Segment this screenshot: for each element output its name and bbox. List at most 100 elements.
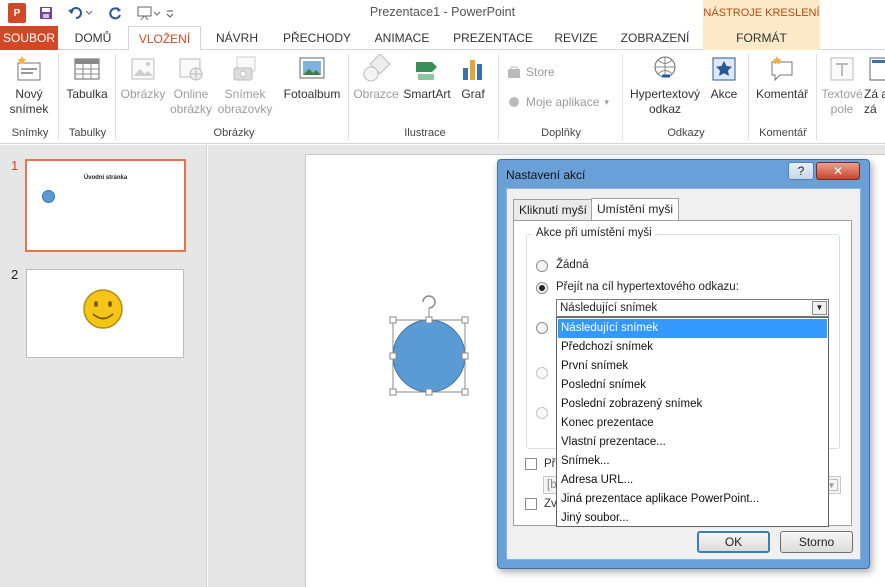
ok-button[interactable]: OK (697, 531, 770, 553)
group-legend: Akce při umístění myši (533, 227, 655, 239)
header-footer-button[interactable]: Zá a zá (864, 54, 885, 117)
tab-mouse-click[interactable]: Kliknutí myší (513, 199, 594, 221)
photo-album-button[interactable]: Fotoalbum (280, 54, 344, 102)
screenshot-label: Snímek obrazovky (217, 87, 273, 116)
slide-number: 2 (11, 267, 19, 282)
tab-design[interactable]: NÁVRH (205, 26, 269, 50)
apps-icon (509, 97, 519, 107)
selected-circle-shape[interactable] (386, 292, 472, 398)
group-separator (115, 54, 116, 140)
option-hyperlink-label: Přejít na cíl hypertextového odkazu: (556, 281, 739, 293)
drawing-tools-label: NÁSTROJE KRESLENÍ (703, 0, 820, 26)
store-button[interactable]: Store (507, 65, 555, 79)
radio-hyperlink[interactable] (536, 282, 548, 294)
group-separator (348, 54, 349, 140)
group-label-slides: Snímky (11, 127, 49, 139)
action-star-icon (712, 57, 736, 81)
group-label-tables: Tabulky (68, 127, 107, 139)
camera-icon (233, 56, 256, 81)
dropdown-option[interactable]: Adresa URL... (558, 471, 827, 490)
shapes-button[interactable]: Obrazce (352, 54, 400, 102)
new-slide-label: Nový snímek (9, 87, 49, 116)
online-picture-icon (179, 58, 203, 81)
radio-run-program[interactable] (536, 322, 548, 334)
option-none-label: Žádná (556, 259, 589, 271)
chevron-down-icon[interactable]: ▼ (812, 301, 827, 315)
title-bar: P Prezentace1 - PowerPoint NÁSTROJE KRES… (0, 0, 885, 26)
tab-animations[interactable]: ANIMACE (362, 26, 442, 50)
dropdown-option[interactable]: Poslední zobrazený snímek (558, 395, 827, 414)
tab-insert[interactable]: VLOŽENÍ (128, 26, 201, 51)
group-separator (622, 54, 623, 140)
dropdown-option[interactable]: Vlastní prezentace... (558, 433, 827, 452)
tab-home[interactable]: DOMŮ (62, 26, 124, 50)
play-sound-label: Př (544, 458, 556, 470)
table-icon (74, 58, 100, 80)
radio-run-macro[interactable] (536, 367, 548, 379)
dropdown-option[interactable]: Snímek... (558, 452, 827, 471)
tab-file[interactable]: SOUBOR (0, 26, 58, 50)
my-apps-label: Moje aplikace (526, 95, 600, 109)
group-label-images: Obrázky (213, 127, 255, 139)
slide-number: 1 (11, 158, 19, 173)
cancel-button[interactable]: Storno (780, 531, 853, 553)
group-label-addins: Doplňky (541, 127, 581, 139)
slide-thumbnail-1[interactable]: Úvodní stránka (25, 159, 186, 252)
smartart-icon (416, 62, 437, 80)
smartart-button[interactable]: SmartArt (402, 54, 452, 102)
radio-object-action[interactable] (536, 407, 548, 419)
dropdown-option[interactable]: Jiný soubor... (558, 509, 827, 528)
ribbon-tabs: SOUBOR DOMŮ VLOŽENÍ NÁVRH PŘECHODY ANIMA… (0, 26, 885, 51)
dropdown-option[interactable]: Předchozí snímek (558, 338, 827, 357)
header-footer-icon (869, 57, 885, 81)
table-button[interactable]: Tabulka (63, 54, 111, 102)
hyperlink-target-dropdown: Následující snímek Předchozí snímek První … (556, 317, 829, 527)
play-sound-checkbox[interactable] (525, 458, 537, 470)
dropdown-option[interactable]: Následující snímek (558, 319, 827, 338)
tab-mouse-over[interactable]: Umístění myši (591, 198, 680, 222)
radio-none[interactable] (536, 260, 548, 272)
images-button[interactable]: Obrázky (119, 54, 167, 102)
dropdown-option[interactable]: Poslední snímek (558, 376, 827, 395)
ribbon: Nový snímek Snímky Tabulka Tabulky Obráz… (0, 50, 885, 144)
screenshot-button[interactable]: Snímek obrazovky (215, 54, 275, 117)
hyperlink-label: Hypertextový odkaz (629, 87, 701, 116)
dropdown-option[interactable]: První snímek (558, 357, 827, 376)
group-label-comments: Komentář (759, 127, 807, 139)
comment-icon (771, 56, 793, 82)
dialog-title: Nastavení akcí (506, 168, 586, 182)
chart-icon (463, 60, 482, 80)
dropdown-option[interactable]: Jiná prezentace aplikace PowerPoint... (558, 490, 827, 509)
comment-label: Komentář (755, 87, 809, 101)
new-slide-button[interactable]: Nový snímek (4, 54, 54, 117)
slide-thumbnail-2[interactable] (26, 269, 184, 358)
header-footer-label: Zá a zá (864, 87, 885, 116)
dropdown-option[interactable]: Konec prezentace (558, 414, 827, 433)
group-separator (58, 54, 59, 140)
chart-label: Graf (461, 87, 485, 101)
group-label-illustrations: Ilustrace (404, 127, 446, 139)
online-images-label: Online obrázky (169, 87, 213, 116)
highlight-checkbox[interactable] (525, 498, 537, 510)
tab-slideshow[interactable]: PREZENTACE (446, 26, 540, 50)
tab-review[interactable]: REVIZE (544, 26, 608, 50)
hyperlink-button[interactable]: Hypertextový odkaz (627, 54, 703, 117)
hyperlink-target-combo[interactable]: Následující snímek ▼ (556, 299, 829, 317)
smiley-icon (83, 289, 123, 329)
action-button[interactable]: Akce (706, 54, 742, 102)
online-images-button[interactable]: Online obrázky (169, 54, 213, 117)
comment-button[interactable]: Komentář (752, 54, 812, 102)
textbox-label: Textové pole (821, 87, 863, 116)
textbox-button[interactable]: Textové pole (820, 54, 864, 117)
group-separator (816, 54, 817, 140)
hyperlink-icon (654, 56, 676, 78)
tab-transitions[interactable]: PŘECHODY (275, 26, 359, 50)
my-apps-button[interactable]: Moje aplikace ▾ (507, 95, 609, 109)
shapes-icon (363, 54, 391, 82)
tab-view[interactable]: ZOBRAZENÍ (612, 26, 698, 50)
chart-button[interactable]: Graf (455, 54, 491, 102)
close-button[interactable]: ✕ (816, 162, 860, 180)
help-button[interactable]: ? (788, 162, 814, 180)
tab-format[interactable]: FORMÁT (703, 26, 820, 50)
table-label: Tabulka (66, 87, 108, 101)
